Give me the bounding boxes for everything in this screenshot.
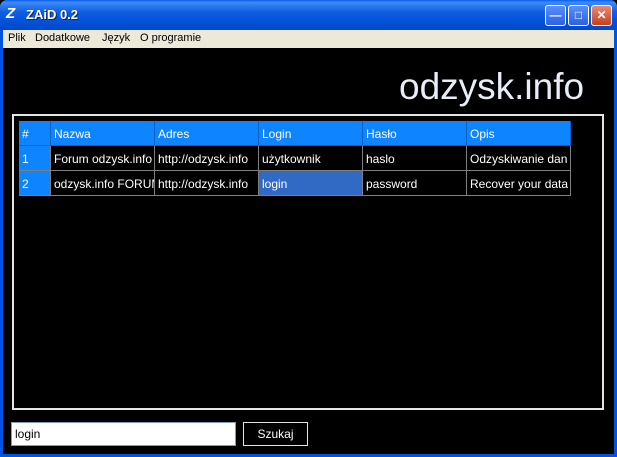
cell-opis[interactable]: Odzyskiwanie dan (467, 146, 571, 171)
search-button[interactable]: Szukaj (243, 422, 308, 446)
search-input[interactable] (11, 422, 236, 446)
column-header-opis[interactable]: Opis (467, 121, 571, 146)
cell-adres[interactable]: http://odzysk.info (155, 146, 259, 171)
cell-nazwa[interactable]: odzysk.info FORUM (51, 171, 155, 196)
column-header-haslo[interactable]: Hasło (363, 121, 467, 146)
cell-login-selected[interactable]: login (259, 171, 363, 196)
column-header-nazwa[interactable]: Nazwa (51, 121, 155, 146)
close-button[interactable]: ✕ (591, 5, 612, 26)
column-header-adres[interactable]: Adres (155, 121, 259, 146)
window-title: ZAiD 0.2 (26, 7, 79, 22)
menu-o-programie[interactable]: O programie (140, 32, 201, 44)
row-number[interactable]: 1 (19, 146, 51, 171)
cell-adres[interactable]: http://odzysk.info (155, 171, 259, 196)
title-bar[interactable]: Z ZAiD 0.2 — □ ✕ (0, 0, 617, 30)
cell-nazwa[interactable]: Forum odzysk.info (51, 146, 155, 171)
main-area: odzysk.info # Nazwa Adres Login Hasło Op… (3, 48, 614, 454)
app-window: Z ZAiD 0.2 — □ ✕ Plik Dodatkowe Język O … (0, 0, 617, 457)
row-number[interactable]: 2 (19, 171, 51, 196)
cell-haslo[interactable]: haslo (363, 146, 467, 171)
brand-logo: odzysk.info (399, 66, 585, 107)
minimize-button[interactable]: — (545, 5, 566, 26)
minimize-icon: — (549, 8, 562, 22)
column-header-login[interactable]: Login (259, 121, 363, 146)
close-icon: ✕ (596, 8, 607, 22)
maximize-icon: □ (574, 8, 583, 22)
menu-jezyk[interactable]: Język (102, 32, 130, 44)
cell-login[interactable]: użytkownik (259, 146, 363, 171)
menu-bar: Plik Dodatkowe Język O programie (3, 30, 614, 48)
cell-opis[interactable]: Recover your data (467, 171, 571, 196)
cell-haslo[interactable]: password (363, 171, 467, 196)
maximize-button[interactable]: □ (568, 5, 589, 26)
menu-dodatkowe[interactable]: Dodatkowe (35, 32, 90, 44)
app-logo-icon: Z (6, 5, 16, 22)
column-header-number[interactable]: # (19, 121, 51, 146)
menu-plik[interactable]: Plik (8, 32, 26, 44)
